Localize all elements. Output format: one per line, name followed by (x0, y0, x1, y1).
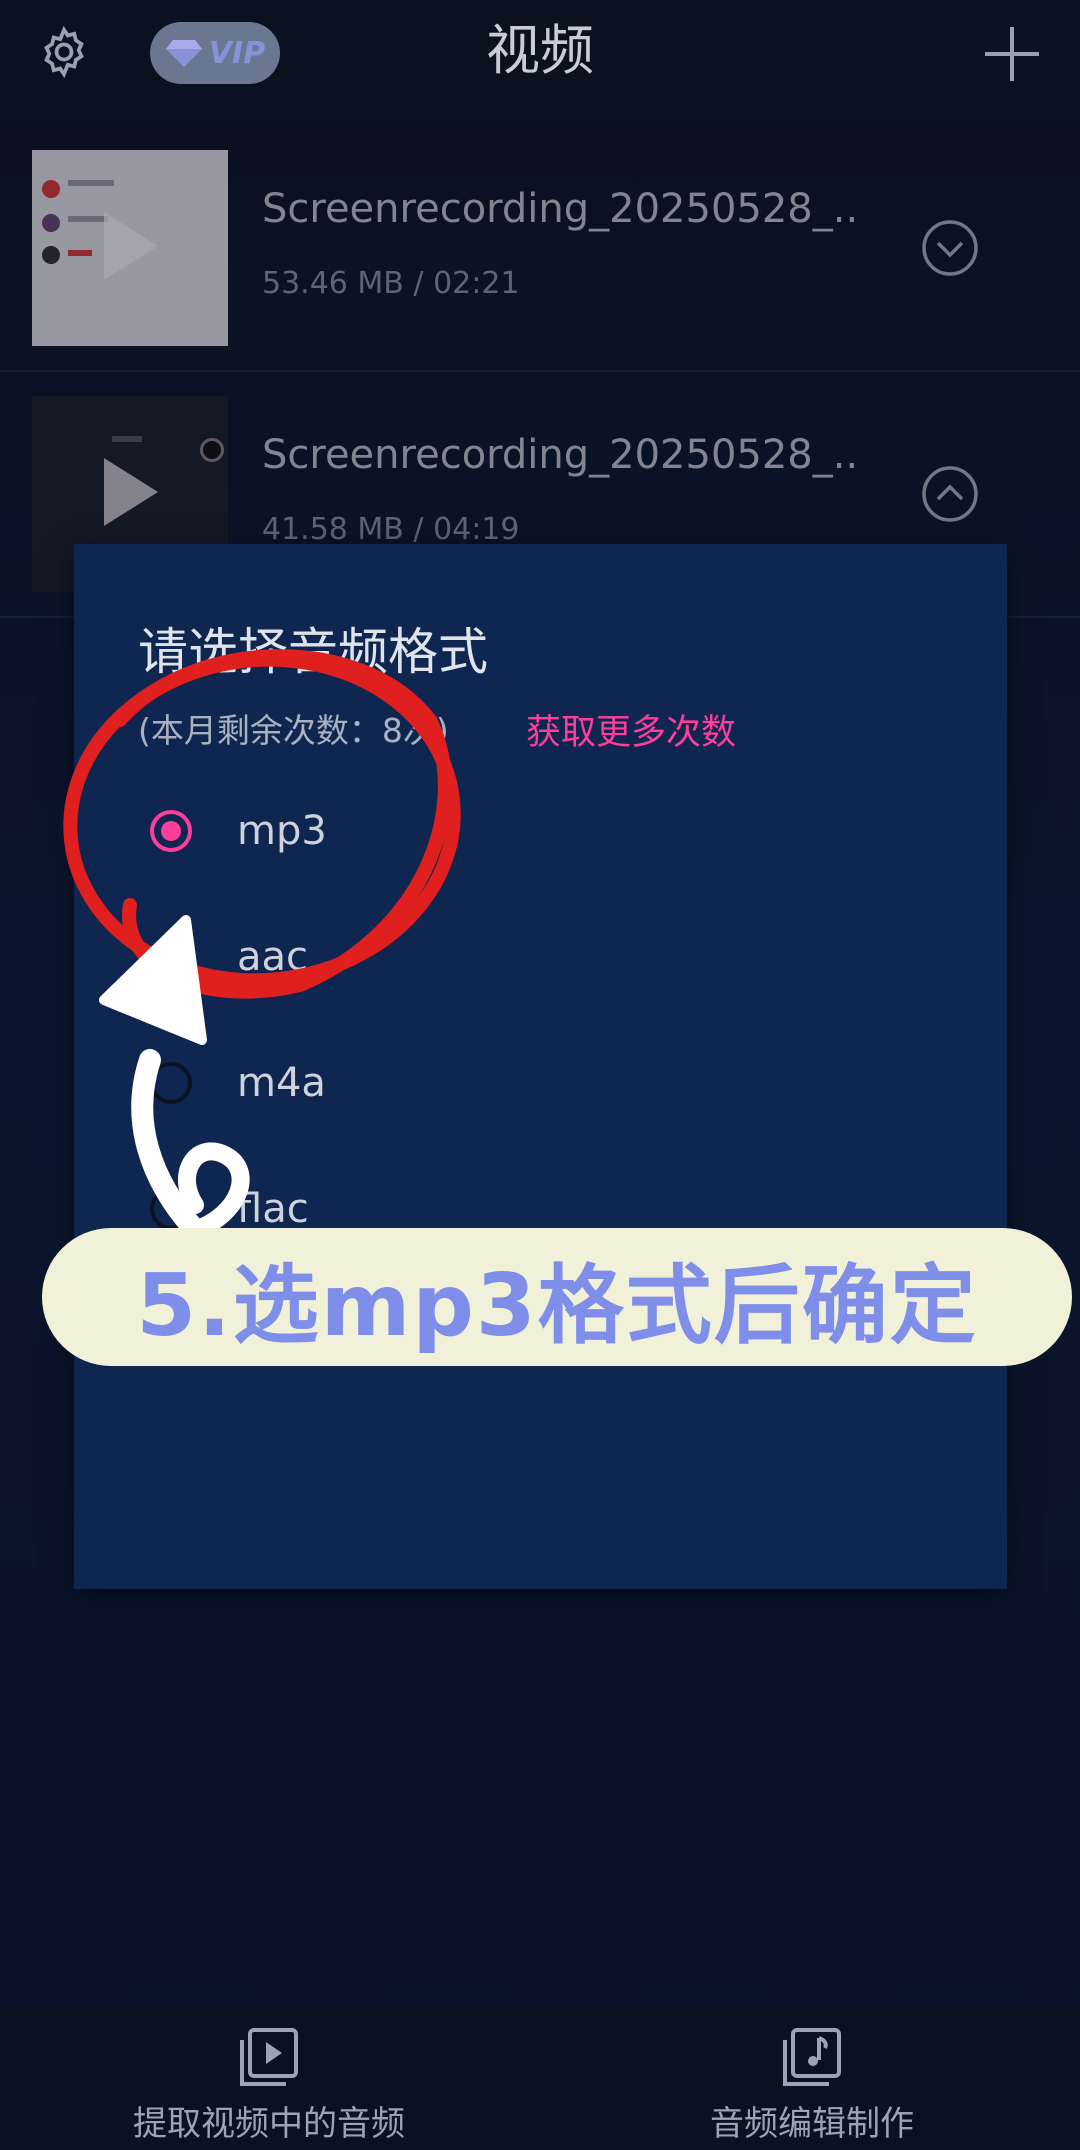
settings-button[interactable] (32, 20, 96, 84)
format-label: mp3 (237, 808, 327, 854)
callout-text: 5.选mp3格式后确定 (136, 1255, 978, 1356)
nav-extract-audio[interactable]: 提取视频中的音频 (133, 2026, 405, 2145)
nav-label: 音频编辑制作 (710, 2104, 914, 2144)
app-root: VIP 视频 Screenrecording_20250528_.. 53.46… (0, 0, 1080, 2150)
page-title: 视频 (486, 19, 594, 82)
vip-label: VIP (208, 35, 266, 71)
gear-icon (44, 25, 84, 79)
video-play-icon (240, 2028, 298, 2086)
bottom-nav: 提取视频中的音频 音频编辑制作 (0, 2012, 1080, 2150)
add-button[interactable] (980, 22, 1044, 86)
dialog-title: 请选择音频格式 (138, 623, 488, 681)
format-label: m4a (237, 1060, 326, 1106)
diamond-icon (165, 40, 202, 67)
nav-label: 提取视频中的音频 (133, 2104, 405, 2144)
radio-icon[interactable] (150, 1062, 192, 1104)
format-option-mp3[interactable]: mp3 (150, 786, 650, 876)
vip-badge[interactable]: VIP (150, 22, 280, 84)
format-label: aac (237, 934, 309, 980)
format-option-m4a[interactable]: m4a (150, 1038, 650, 1128)
plus-icon (985, 27, 1039, 81)
audio-format-dialog: 请选择音频格式 (本月剩余次数：8次) 获取更多次数 mp3 aac m4a f… (74, 544, 1007, 1589)
get-more-link[interactable]: 获取更多次数 (526, 704, 736, 755)
top-bar: VIP 视频 (0, 0, 1080, 122)
radio-icon[interactable] (150, 936, 192, 978)
format-option-aac[interactable]: aac (150, 912, 650, 1002)
remaining-count: (本月剩余次数：8次) (138, 711, 449, 750)
radio-selected-icon[interactable] (150, 810, 192, 852)
instruction-callout: 5.选mp3格式后确定 (42, 1228, 1072, 1366)
nav-audio-edit[interactable]: 音频编辑制作 (710, 2026, 914, 2145)
format-label: flac (237, 1186, 309, 1232)
radio-icon[interactable] (150, 1188, 192, 1230)
music-note-icon (783, 2028, 841, 2086)
